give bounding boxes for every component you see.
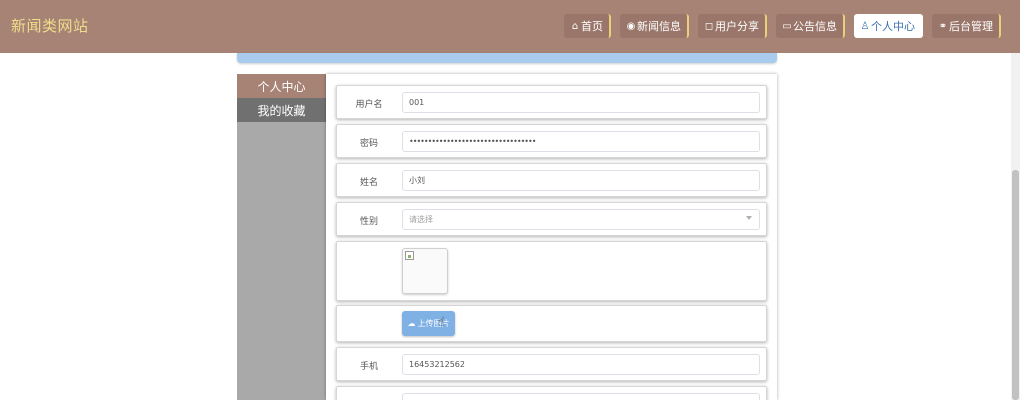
nav-news-label: 新闻信息	[637, 20, 681, 33]
nav-notice-label: 公告信息	[793, 20, 837, 33]
gender-placeholder: 请选择	[409, 215, 433, 224]
username-label: 用户名	[355, 100, 383, 110]
bookmark-icon: ◻	[704, 20, 714, 32]
sidebar: 个人中心 我的收藏	[237, 74, 326, 400]
sidebar-item-favorites[interactable]: 我的收藏	[237, 98, 326, 122]
form-row-gender: 性别 请选择	[336, 202, 767, 236]
name-label: 姓名	[359, 178, 378, 188]
nav-home[interactable]: ⌂ 首页	[564, 14, 611, 38]
nav-admin-label: 后台管理	[949, 20, 993, 33]
form-row-upload: ☁ 上传图片 ☝	[336, 305, 767, 342]
notice-icon: ▭	[782, 20, 792, 32]
avatar-preview[interactable]	[402, 248, 448, 294]
hand-cursor-icon: ☝	[437, 315, 445, 330]
upload-image-button[interactable]: ☁ 上传图片	[402, 311, 455, 336]
form-row-next	[336, 386, 767, 400]
password-input[interactable]: ••••••••••••••••••••••••••••••••••	[402, 131, 760, 152]
nav-user-share-label: 用户分享	[715, 20, 759, 33]
password-label: 密码	[359, 139, 378, 149]
form-row-password: 密码 ••••••••••••••••••••••••••••••••••	[336, 124, 767, 158]
username-input[interactable]: 001	[402, 92, 760, 113]
gender-select[interactable]: 请选择	[402, 209, 760, 230]
next-input[interactable]	[402, 393, 760, 400]
banner-strip	[237, 53, 777, 63]
profile-form: 用户名 001 密码 •••••••••••••••••••••••••••••…	[326, 74, 777, 400]
broken-image-icon	[405, 251, 414, 260]
form-row-username: 用户名 001	[336, 85, 767, 119]
home-icon: ⌂	[571, 20, 579, 32]
site-title[interactable]: 新闻类网站	[11, 15, 89, 36]
nav-profile-label: 个人中心	[871, 20, 915, 33]
nav-notice[interactable]: ▭ 公告信息	[776, 14, 845, 38]
sidebar-item-profile[interactable]: 个人中心	[237, 74, 326, 98]
form-row-phone: 手机 16453212562	[336, 347, 767, 381]
gender-label: 性别	[359, 217, 378, 227]
scrollbar-thumb[interactable]	[1012, 170, 1019, 400]
link-icon: ⚭	[938, 20, 948, 32]
globe-icon: ◉	[626, 20, 636, 32]
nav-profile[interactable]: ♙ 个人中心	[854, 14, 923, 38]
chevron-down-icon	[746, 216, 752, 220]
nav-home-label: 首页	[581, 20, 603, 33]
name-input[interactable]: 小刘	[402, 170, 760, 191]
form-row-avatar	[336, 241, 767, 301]
top-navbar: 新闻类网站 ⌂ 首页 ◉ 新闻信息 ◻ 用户分享 ▭ 公告信息 ♙ 个人中心 ⚭…	[0, 0, 1020, 53]
user-icon: ♙	[860, 20, 870, 32]
phone-label: 手机	[359, 362, 378, 372]
phone-input[interactable]: 16453212562	[402, 354, 760, 375]
page-scrollbar[interactable]	[1011, 53, 1020, 400]
nav-admin[interactable]: ⚭ 后台管理	[932, 14, 1001, 38]
main-nav: ⌂ 首页 ◉ 新闻信息 ◻ 用户分享 ▭ 公告信息 ♙ 个人中心 ⚭ 后台管理	[564, 14, 1001, 38]
form-row-name: 姓名 小刘	[336, 163, 767, 197]
cloud-upload-icon: ☁	[407, 319, 416, 328]
nav-user-share[interactable]: ◻ 用户分享	[698, 14, 767, 38]
nav-news[interactable]: ◉ 新闻信息	[620, 14, 689, 38]
